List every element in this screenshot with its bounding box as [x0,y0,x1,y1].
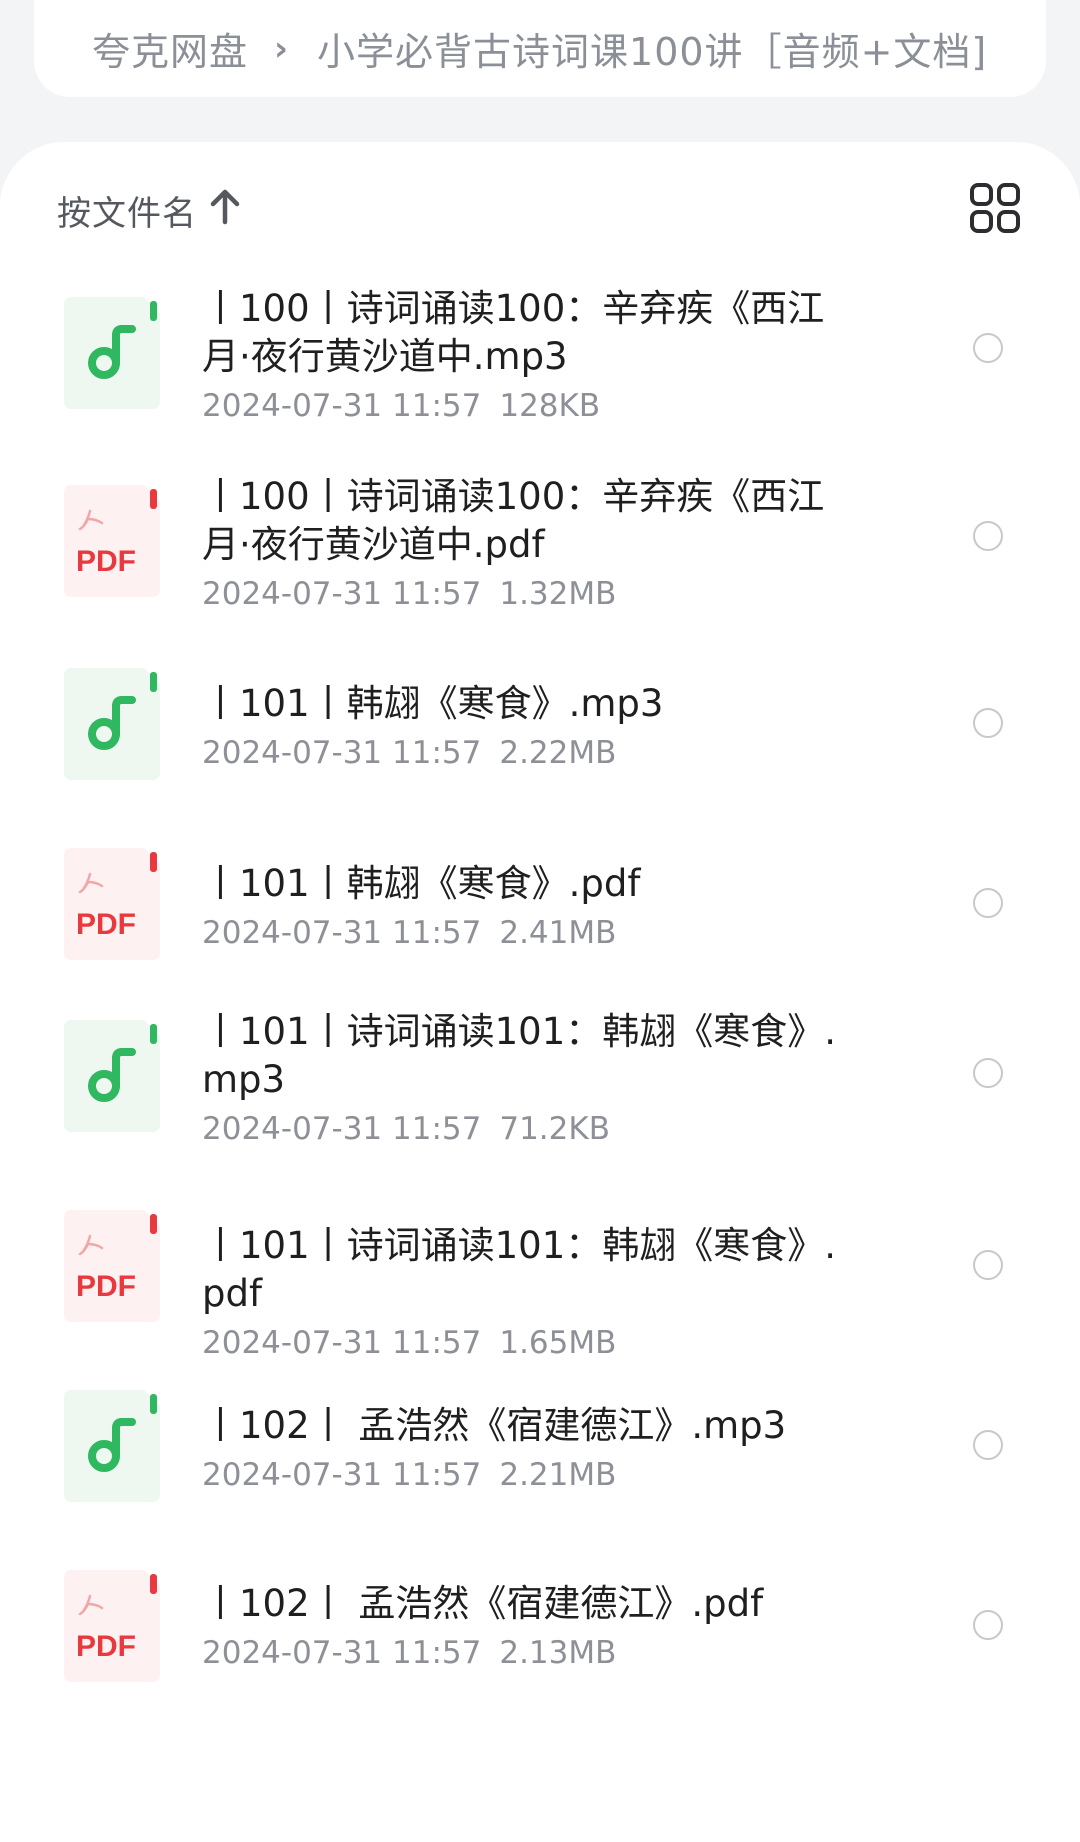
file-meta: 2024-07-31 11:57 2.21MB [202,1454,852,1496]
select-checkbox[interactable] [973,1058,1003,1088]
file-info: 丨102丨 孟浩然《宿建德江》.mp3 2024-07-31 11:57 2.21M… [202,1402,852,1496]
file-size: 71.2KB [499,1111,610,1147]
file-name: 丨102丨 孟浩然《宿建德江》.pdf [202,1582,764,1625]
file-info: 丨101丨韩翃《寒食》.pdf 2024-07-31 11:57 2.41MB [202,860,852,954]
file-row[interactable]: 丨101丨诗词诵读101：韩翃《寒食》.mp3 2024-07-31 11:57 7… [0,1008,1080,1200]
file-size: 2.21MB [499,1457,617,1493]
file-name: 丨101丨韩翃《寒食》.pdf [202,862,641,905]
file-row[interactable]: 丨101丨韩翃《寒食》.mp3 2024-07-31 11:57 2.22MB [0,660,1080,838]
file-info: 丨101丨诗词诵读101：韩翃《寒食》.mp3 2024-07-31 11:57 7… [202,1008,852,1150]
arrow-up-icon[interactable] [208,188,242,226]
file-meta: 2024-07-31 11:57 1.65MB [202,1322,852,1364]
file-info: 丨102丨 孟浩然《宿建德江》.pdf 2024-07-31 11:57 2.13M… [202,1580,852,1674]
file-row[interactable]: 丨102丨 孟浩然《宿建德江》.mp3 2024-07-31 11:57 2.21M… [0,1380,1080,1560]
file-date: 2024-07-31 11:57 [202,1635,482,1671]
file-name: 丨101丨韩翃《寒食》.mp3 [202,682,664,725]
file-row[interactable]: PDF 丨101丨韩翃《寒食》.pdf 2024-07-31 11:57 2.41M… [0,838,1080,1008]
pdf-file-icon: PDF [64,1570,160,1682]
svg-text:PDF: PDF [76,908,136,941]
svg-text:PDF: PDF [76,545,136,578]
select-checkbox[interactable] [973,708,1003,738]
file-row[interactable]: PDF 丨102丨 孟浩然《宿建德江》.pdf 2024-07-31 11:57 2… [0,1560,1080,1740]
file-date: 2024-07-31 11:57 [202,1457,482,1493]
file-date: 2024-07-31 11:57 [202,735,482,771]
file-info: 丨100丨诗词诵读100：辛弃疾《西江月·夜行黄沙道中.pdf 2024-07-3… [202,473,852,615]
breadcrumb-current-folder: 小学必背古诗词课100讲［音频+文档] [317,30,988,74]
file-size: 2.22MB [499,735,617,771]
file-size: 2.41MB [499,915,617,951]
file-info: 丨101丨诗词诵读101：韩翃《寒食》.pdf 2024-07-31 11:57 1… [202,1222,852,1364]
file-meta: 2024-07-31 11:57 2.41MB [202,912,852,954]
file-meta: 2024-07-31 11:57 2.22MB [202,732,852,774]
svg-text:PDF: PDF [76,1630,136,1663]
audio-file-icon [64,1390,160,1502]
file-name: 丨100丨诗词诵读100：辛弃疾《西江月·夜行黄沙道中.mp3 [202,287,825,378]
file-info: 丨100丨诗词诵读100：辛弃疾《西江月·夜行黄沙道中.mp3 2024-07-3… [202,285,852,427]
file-meta: 2024-07-31 11:57 1.32MB [202,573,852,615]
file-row[interactable]: PDF 丨100丨诗词诵读100：辛弃疾《西江月·夜行黄沙道中.pdf 2024-… [0,472,1080,660]
breadcrumb-root[interactable]: 夸克网盘 [92,21,248,76]
file-date: 2024-07-31 11:57 [202,1111,482,1147]
file-size: 2.13MB [499,1635,617,1671]
pdf-file-icon: PDF [64,848,160,960]
file-meta: 2024-07-31 11:57 2.13MB [202,1632,852,1674]
grid-view-icon[interactable] [969,182,1021,234]
file-list-panel: 按文件名 丨100丨诗词诵读100：辛弃疾《西江月·夜行黄沙道中.mp3 2024… [0,142,1080,1842]
file-info: 丨101丨韩翃《寒食》.mp3 2024-07-31 11:57 2.22MB [202,680,852,774]
file-date: 2024-07-31 11:57 [202,388,482,424]
audio-file-icon [64,297,160,409]
file-name: 丨101丨诗词诵读101：韩翃《寒食》.mp3 [202,1010,837,1101]
file-row[interactable]: PDF 丨101丨诗词诵读101：韩翃《寒食》.pdf 2024-07-31 11… [0,1200,1080,1380]
breadcrumb-separator: › [274,28,290,69]
select-checkbox[interactable] [973,521,1003,551]
file-name: 丨100丨诗词诵读100：辛弃疾《西江月·夜行黄沙道中.pdf [202,475,825,566]
select-checkbox[interactable] [973,1250,1003,1280]
file-date: 2024-07-31 11:57 [202,1325,482,1361]
select-checkbox[interactable] [973,1430,1003,1460]
audio-file-icon [64,668,160,780]
svg-text:PDF: PDF [76,1270,136,1303]
select-checkbox[interactable] [973,1610,1003,1640]
file-size: 1.32MB [499,576,617,612]
pdf-file-icon: PDF [64,485,160,597]
file-size: 1.65MB [499,1325,617,1361]
file-row[interactable]: 丨100丨诗词诵读100：辛弃疾《西江月·夜行黄沙道中.mp3 2024-07-3… [0,270,1080,472]
pdf-file-icon: PDF [64,1210,160,1322]
file-date: 2024-07-31 11:57 [202,576,482,612]
file-name: 丨102丨 孟浩然《宿建德江》.mp3 [202,1404,787,1447]
file-meta: 2024-07-31 11:57 71.2KB [202,1108,852,1150]
file-meta: 2024-07-31 11:57 128KB [202,385,852,427]
sort-bar: 按文件名 [0,142,1080,262]
file-date: 2024-07-31 11:57 [202,915,482,951]
file-name: 丨101丨诗词诵读101：韩翃《寒食》.pdf [202,1224,837,1315]
breadcrumb: 夸克网盘 › 小学必背古诗词课100讲［音频+文档] [34,0,1046,97]
select-checkbox[interactable] [973,333,1003,363]
file-size: 128KB [499,388,601,424]
sort-by-name-button[interactable]: 按文件名 [57,186,197,235]
audio-file-icon [64,1020,160,1132]
select-checkbox[interactable] [973,888,1003,918]
